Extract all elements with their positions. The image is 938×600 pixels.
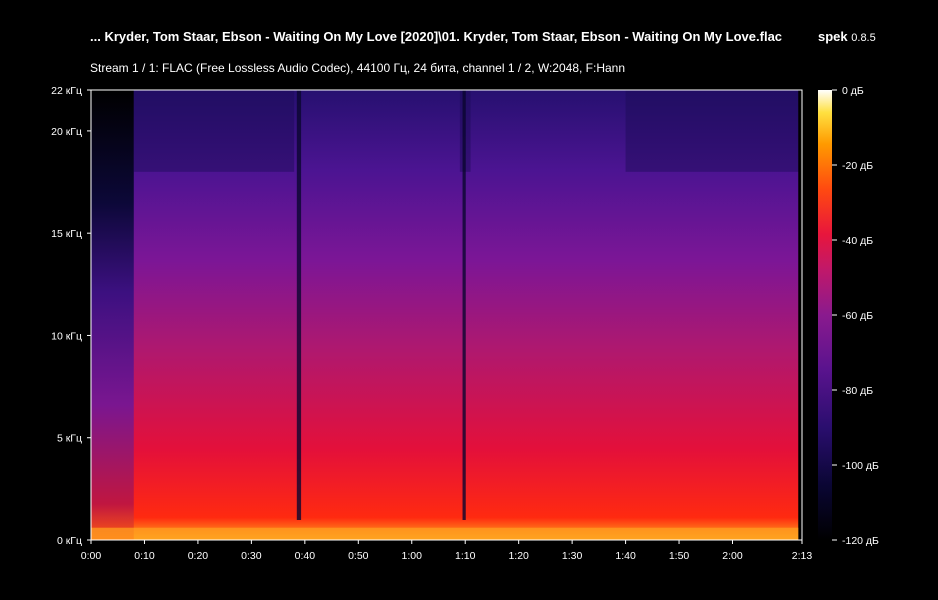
colorbar-tick-label: -40 дБ — [842, 235, 873, 247]
colorbar-tick-label: -20 дБ — [842, 160, 873, 172]
spectrogram-bass — [91, 527, 799, 540]
colorbar-gradient — [818, 90, 832, 540]
spectrogram-tail — [798, 90, 802, 540]
x-tick-label: 1:20 — [508, 550, 529, 562]
x-tick-label: 0:50 — [348, 550, 369, 562]
x-tick-label: 1:50 — [669, 550, 690, 562]
y-tick-label: 0 кГц — [57, 535, 82, 547]
x-tick-label: 1:00 — [402, 550, 423, 562]
y-tick-label: 15 кГц — [51, 228, 82, 240]
colorbar-tick-label: 0 дБ — [842, 85, 864, 97]
colorbar-tick-label: -80 дБ — [842, 385, 873, 397]
x-tick-label: 2:00 — [722, 550, 743, 562]
spectrogram-quiet-band — [133, 90, 295, 172]
y-tick-label: 20 кГц — [51, 126, 82, 138]
spectrogram-quiet-band — [625, 90, 802, 172]
x-tick-label: 1:30 — [562, 550, 583, 562]
x-tick-label: 0:10 — [134, 550, 155, 562]
x-tick-label: 0:40 — [295, 550, 316, 562]
y-tick-label: 10 кГц — [51, 330, 82, 342]
colorbar-tick-label: -100 дБ — [842, 460, 879, 472]
colorbar: 0 дБ -20 дБ -40 дБ -60 дБ -80 дБ -100 дБ -120 … — [818, 85, 879, 547]
x-tick-label: 1:10 — [455, 550, 476, 562]
x-tick-label: 0:20 — [188, 550, 209, 562]
y-tick-label: 22 кГц — [51, 85, 82, 97]
x-tick-label: 1:40 — [615, 550, 636, 562]
spectrogram-plot — [91, 90, 802, 540]
colorbar-tick-label: -120 дБ — [842, 535, 879, 547]
spectrogram-gap-line — [296, 90, 302, 520]
spectrogram-chart: 0:00 0:10 0:20 0:30 0:40 0:50 1:00 1:10 1:20 1:30… — [51, 85, 879, 562]
colorbar-tick-label: -60 дБ — [842, 310, 873, 322]
spectrogram-intro — [91, 90, 134, 540]
x-tick-label: 2:13 — [792, 550, 813, 562]
y-tick-label: 5 кГц — [57, 433, 82, 445]
x-tick-label: 0:30 — [241, 550, 262, 562]
x-tick-label: 0:00 — [81, 550, 102, 562]
spectrogram-gap-line — [462, 90, 466, 520]
